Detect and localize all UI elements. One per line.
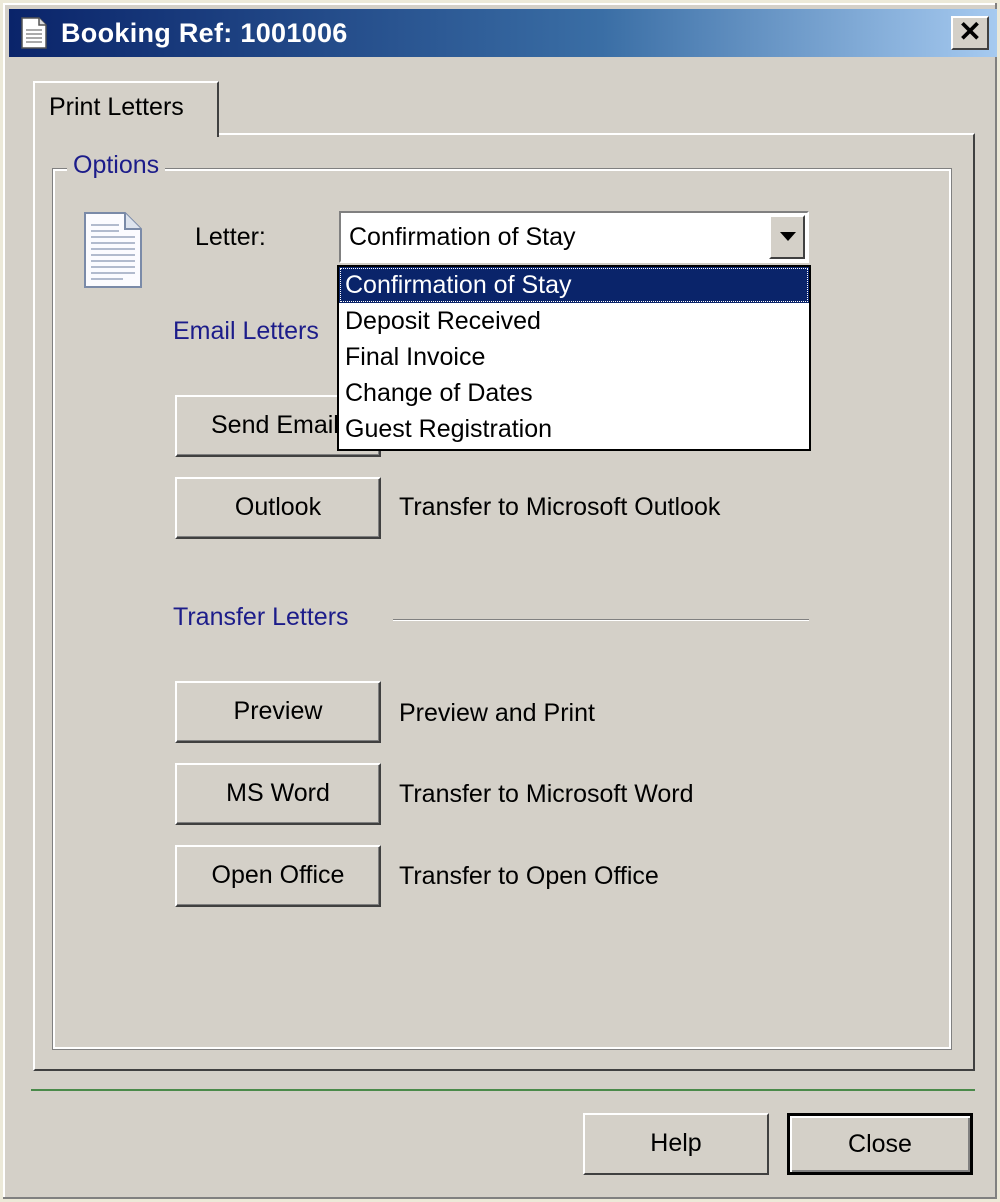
preview-button[interactable]: Preview <box>175 681 381 743</box>
section-divider <box>393 619 809 621</box>
close-icon: ✕ <box>958 16 982 47</box>
letter-select[interactable]: Confirmation of Stay <box>339 211 809 263</box>
help-button[interactable]: Help <box>583 1113 769 1175</box>
booking-dialog: Booking Ref: 1001006 ✕ Print Letters Opt… <box>0 0 1000 1202</box>
dropdown-option[interactable]: Deposit Received <box>339 303 809 339</box>
title-bar[interactable]: Booking Ref: 1001006 ✕ <box>9 9 997 57</box>
outlook-description: Transfer to Microsoft Outlook <box>399 493 721 521</box>
footer-divider <box>31 1089 975 1091</box>
dropdown-option[interactable]: Guest Registration <box>339 411 809 447</box>
transfer-letters-heading: Transfer Letters <box>173 603 349 631</box>
document-icon <box>21 17 47 49</box>
email-letters-heading: Email Letters <box>173 317 319 345</box>
dropdown-option[interactable]: Final Invoice <box>339 339 809 375</box>
letter-dropdown-list: Confirmation of Stay Deposit Received Fi… <box>337 265 811 451</box>
preview-description: Preview and Print <box>399 699 595 727</box>
dropdown-option[interactable]: Confirmation of Stay <box>339 267 809 303</box>
close-window-button[interactable]: ✕ <box>951 16 989 50</box>
open-office-description: Transfer to Open Office <box>399 862 659 890</box>
close-button[interactable]: Close <box>787 1113 973 1175</box>
dropdown-option[interactable]: Change of Dates <box>339 375 809 411</box>
ms-word-description: Transfer to Microsoft Word <box>399 780 694 808</box>
ms-word-button[interactable]: MS Word <box>175 763 381 825</box>
options-legend: Options <box>67 151 166 180</box>
tab-print-letters[interactable]: Print Letters <box>33 81 219 137</box>
tab-label: Print Letters <box>49 93 184 121</box>
letter-select-value: Confirmation of Stay <box>349 223 576 251</box>
open-office-button[interactable]: Open Office <box>175 845 381 907</box>
letter-label: Letter: <box>195 223 266 251</box>
window-title: Booking Ref: 1001006 <box>61 18 348 48</box>
outlook-button[interactable]: Outlook <box>175 477 381 539</box>
chevron-down-icon[interactable] <box>769 215 805 259</box>
letter-document-icon <box>84 212 142 288</box>
